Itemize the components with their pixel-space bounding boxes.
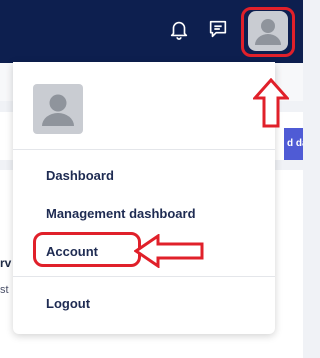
menu-item-logout[interactable]: Logout (46, 296, 90, 311)
user-dropdown-menu: Dashboard Management dashboard Account L… (13, 62, 275, 334)
up-arrow-annotation-icon (253, 78, 289, 128)
menu-divider (13, 276, 275, 277)
menu-item-management-dashboard[interactable]: Management dashboard (46, 206, 196, 221)
chat-icon[interactable] (207, 18, 229, 40)
menu-divider (13, 149, 275, 150)
user-avatar-icon (42, 94, 74, 126)
background-text: rv (0, 256, 12, 270)
menu-item-dashboard[interactable]: Dashboard (46, 168, 114, 183)
bell-icon[interactable] (168, 18, 190, 40)
background-subtext: st (0, 284, 9, 296)
menu-avatar (33, 84, 83, 134)
account-highlight-annotation (33, 232, 141, 267)
avatar-highlight-annotation (241, 7, 295, 57)
left-arrow-annotation-icon (134, 234, 204, 268)
background-action-button[interactable]: d da (284, 128, 303, 160)
